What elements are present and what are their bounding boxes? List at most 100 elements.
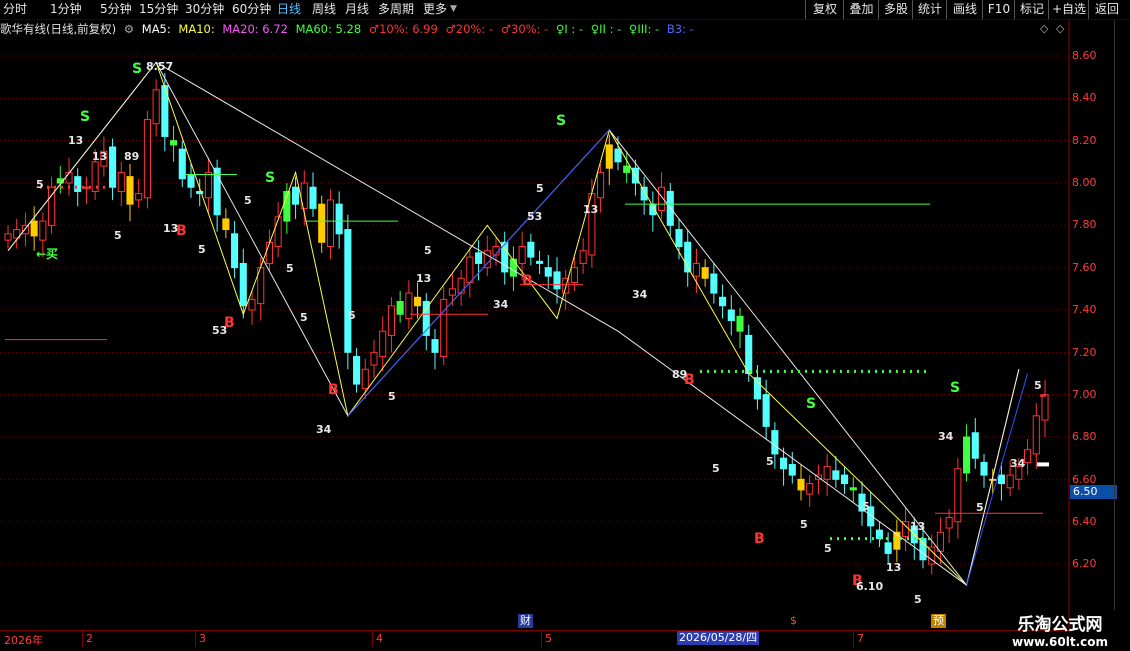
- x-divider: [195, 631, 196, 647]
- wave-count-label: 5: [114, 229, 122, 242]
- buy-signal-label: B: [522, 273, 533, 289]
- diamond-icon[interactable]: ◇: [1056, 22, 1064, 35]
- wave-count-label: 5: [286, 262, 294, 275]
- candle-body: [379, 330, 387, 358]
- x-divider: [82, 631, 83, 647]
- sell-signal-label: S: [132, 61, 142, 77]
- candle-body: [640, 186, 648, 201]
- candle-body: [527, 241, 535, 258]
- price-marker: [1040, 394, 1046, 397]
- y-tick: 8.20: [1072, 134, 1097, 147]
- candle-body: [553, 271, 561, 290]
- add-watchlist-button[interactable]: +自选: [1048, 0, 1089, 19]
- candle-body: [466, 256, 474, 283]
- tab-daily[interactable]: 日线: [277, 1, 301, 18]
- y-tick: 8.00: [1072, 176, 1097, 189]
- candle-body: [292, 186, 300, 205]
- tab-1min[interactable]: 1分钟: [50, 1, 82, 18]
- wave-count-label: 13: [163, 222, 178, 235]
- c3-value: ♀III: -: [628, 22, 660, 36]
- candle-body: [448, 288, 456, 296]
- candle-body: [39, 220, 47, 241]
- candle-body: [335, 203, 343, 235]
- candle-body: [361, 368, 369, 389]
- tab-fenshi[interactable]: 分时: [3, 1, 27, 18]
- f10-button[interactable]: F10: [982, 0, 1015, 19]
- candle-body: [954, 468, 962, 523]
- candle-body: [1006, 474, 1014, 489]
- candle-body: [579, 250, 587, 264]
- wave-count-label: 34: [938, 430, 954, 443]
- tab-monthly[interactable]: 月线: [345, 1, 369, 18]
- tab-more[interactable]: 更多: [423, 1, 447, 18]
- candle-body: [797, 478, 805, 491]
- watermark: 乐淘公式网 www.60lt.com: [1000, 610, 1120, 649]
- wave-count-label: 5: [36, 178, 44, 191]
- ma20-value: MA20: 6.72: [222, 22, 288, 36]
- candle-body: [265, 241, 273, 264]
- wave-count-label: 13: [92, 150, 107, 163]
- c2-value: ♀II : -: [590, 22, 622, 36]
- wave-count-label: 5: [824, 542, 832, 555]
- tab-multi-period[interactable]: 多周期: [378, 1, 414, 18]
- stats-button[interactable]: 统计: [912, 0, 947, 19]
- candle-body: [274, 216, 282, 248]
- wave-count-label: 13: [910, 520, 925, 533]
- candle-body: [126, 176, 134, 205]
- c1-value: ♀I : -: [555, 22, 584, 36]
- overlay-button[interactable]: 叠加: [843, 0, 879, 19]
- candle-body: [1041, 394, 1049, 421]
- tab-weekly[interactable]: 周线: [312, 1, 336, 18]
- candle-body: [344, 229, 352, 353]
- tab-5min[interactable]: 5分钟: [100, 1, 132, 18]
- kline-chart[interactable]: SSSSSSBBBBBBB8.576.10←买13551355535345135…: [0, 20, 1070, 630]
- candle-body: [30, 220, 38, 237]
- indicator-info-bar: 歌华有线(日线,前复权) ⚙ MA5: MA10: MA20: 6.72 MA6…: [0, 20, 1060, 38]
- y-tick: 6.80: [1072, 430, 1097, 443]
- candle-body: [710, 273, 718, 294]
- chevron-down-icon[interactable]: ▼: [450, 1, 457, 18]
- candle-body: [248, 298, 256, 311]
- back-button[interactable]: 返回: [1088, 0, 1125, 19]
- diamond-icon[interactable]: ◇: [1040, 22, 1048, 35]
- trend-line-white: [155, 61, 967, 586]
- candle-body: [780, 457, 788, 470]
- buy-signal-label: B: [328, 382, 339, 398]
- wave-count-label: 5: [1034, 379, 1042, 392]
- candle-body: [788, 464, 796, 476]
- event-forecast-marker[interactable]: 预: [931, 614, 946, 628]
- wave-count-label: 5: [800, 518, 808, 531]
- settings-icon[interactable]: ⚙: [124, 22, 134, 36]
- candle-body: [692, 262, 700, 277]
- candle-body: [753, 377, 761, 400]
- p20-value: ♂20%: -: [445, 22, 494, 36]
- mark-button[interactable]: 标记: [1014, 0, 1049, 19]
- candle-body: [701, 267, 709, 279]
- buy-signal-label: B: [754, 531, 765, 547]
- wave-count-label: 5: [536, 182, 544, 195]
- candle-body: [719, 296, 727, 307]
- candle-body: [989, 478, 997, 481]
- x-tick: 2: [86, 632, 93, 645]
- price-marker: [1037, 462, 1049, 467]
- candle-body: [396, 301, 404, 315]
- y-tick: 6.40: [1072, 515, 1097, 528]
- wave-count-label: 5: [862, 500, 870, 513]
- candle-body: [187, 174, 195, 188]
- event-finance-marker[interactable]: 财: [518, 614, 533, 628]
- event-dollar-marker[interactable]: $: [788, 614, 799, 628]
- tab-30min[interactable]: 30分钟: [185, 1, 224, 18]
- tab-60min[interactable]: 60分钟: [232, 1, 271, 18]
- candle-body: [832, 470, 840, 480]
- y-tick: 7.80: [1072, 218, 1097, 231]
- tab-15min[interactable]: 15分钟: [139, 1, 178, 18]
- candle-body: [849, 487, 857, 491]
- candle-body: [536, 260, 544, 264]
- wave-count-label: 5: [388, 390, 396, 403]
- candle-body: [597, 171, 605, 199]
- watermark-url: www.60lt.com: [1011, 635, 1109, 649]
- fuquan-button[interactable]: 复权: [805, 0, 844, 19]
- multi-stock-button[interactable]: 多股: [878, 0, 913, 19]
- candle-body: [570, 267, 578, 283]
- draw-line-button[interactable]: 画线: [946, 0, 983, 19]
